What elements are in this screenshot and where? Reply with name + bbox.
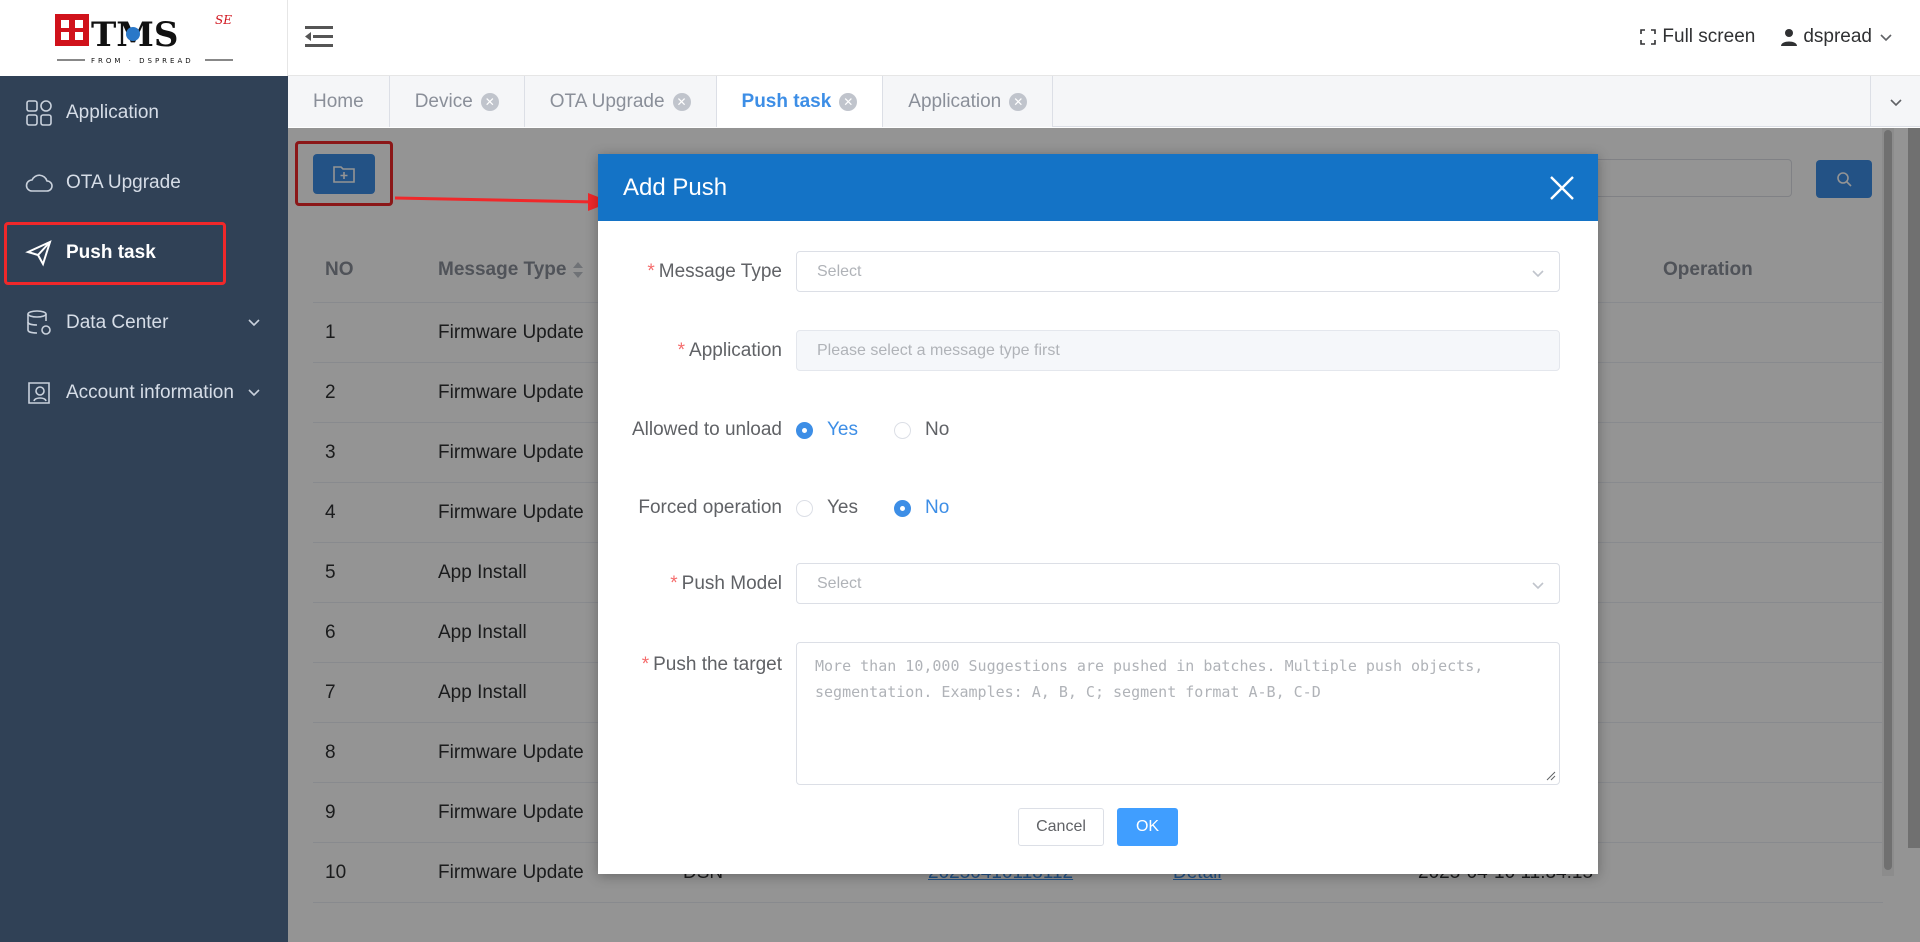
form-row-allowed-unload: Allowed to unload Yes No <box>598 419 1598 441</box>
push-target-textarea[interactable]: More than 10,000 Suggestions are pushed … <box>796 642 1560 785</box>
tab-device[interactable]: Device ✕ <box>389 76 525 127</box>
tab-application[interactable]: Application ✕ <box>883 76 1054 127</box>
sidebar-item-label: Account information <box>66 382 234 403</box>
allowed-unload-yes-radio[interactable]: Yes <box>796 419 858 441</box>
close-icon[interactable] <box>1546 172 1578 204</box>
select-placeholder: Select <box>817 574 862 592</box>
form-label: Allowed to unload <box>632 419 782 440</box>
tab-ota-upgrade[interactable]: OTA Upgrade ✕ <box>524 76 717 127</box>
select-placeholder: Select <box>817 262 862 280</box>
tab-label: Application <box>908 90 1002 112</box>
form-label: * Message Type <box>647 260 782 282</box>
user-card-icon <box>24 378 54 408</box>
application-select[interactable]: Please select a message type first <box>796 330 1560 371</box>
dialog-header: Add Push <box>598 154 1598 221</box>
grid-icon <box>24 98 54 128</box>
chevron-down-icon <box>248 389 260 397</box>
tab-push-task[interactable]: Push task ✕ <box>716 76 884 127</box>
tab-label: Push task <box>741 90 832 112</box>
form-row-message-type: * Message Type Select <box>598 251 1598 292</box>
sidebar: TMS SE FROM · DSPREAD Application OTA Up… <box>0 0 288 942</box>
close-icon[interactable]: ✕ <box>480 92 499 111</box>
form-label: * Push the target <box>641 654 782 675</box>
fullscreen-label: Full screen <box>1662 26 1756 47</box>
sidebar-item-application[interactable]: Application <box>0 78 288 148</box>
chevron-down-icon <box>1532 582 1544 590</box>
form-label: * Application <box>677 339 782 361</box>
chevron-down-icon <box>248 319 260 327</box>
svg-text:SE: SE <box>215 13 232 27</box>
sidebar-item-label: OTA Upgrade <box>66 172 181 193</box>
user-icon <box>1781 29 1798 46</box>
cancel-button[interactable]: Cancel <box>1018 808 1104 846</box>
fullscreen-button[interactable]: Full screen <box>1640 26 1755 48</box>
ok-button[interactable]: OK <box>1117 808 1178 846</box>
forced-operation-radio-group: Yes No <box>796 497 949 519</box>
cloud-icon <box>24 168 54 198</box>
textarea-placeholder: More than 10,000 Suggestions are pushed … <box>815 657 1484 701</box>
resize-handle-icon[interactable] <box>1546 771 1556 781</box>
forced-operation-yes-radio[interactable]: Yes <box>796 497 858 519</box>
user-menu[interactable]: dspread <box>1781 26 1894 48</box>
push-model-select[interactable]: Select <box>796 563 1560 604</box>
add-push-dialog: Add Push * Message Type Select * Applicati… <box>598 154 1598 874</box>
sidebar-item-label: Data Center <box>66 312 169 333</box>
tab-bar: Home Device ✕ OTA Upgrade ✕ Push task ✕ App… <box>288 76 1920 127</box>
sidebar-item-label: Push task <box>66 242 156 263</box>
form-row-application: * Application Please select a message typ… <box>598 330 1598 371</box>
dialog-title: Add Push <box>623 174 728 201</box>
database-icon <box>24 308 54 338</box>
form-row-push-model: * Push Model Select <box>598 563 1598 604</box>
form-row-push-target: * Push the target More than 10,000 Sugges… <box>598 642 1598 785</box>
chevron-down-icon <box>1532 270 1544 278</box>
tab-home[interactable]: Home <box>288 76 390 127</box>
user-name: dspread <box>1803 26 1872 47</box>
select-placeholder: Please select a message type first <box>817 341 1060 359</box>
logo-area: TMS SE FROM · DSPREAD <box>0 0 288 76</box>
tab-label: Device <box>414 90 473 112</box>
form-label: * Push Model <box>670 572 782 594</box>
forced-operation-no-radio[interactable]: No <box>894 497 949 519</box>
sidebar-menu: Application OTA Upgrade Push task Data C… <box>0 78 288 428</box>
sidebar-item-data-center[interactable]: Data Center <box>0 288 288 358</box>
tabs-more-button[interactable] <box>1870 76 1920 127</box>
paper-plane-icon <box>24 238 54 268</box>
allowed-unload-radio-group: Yes No <box>796 419 949 441</box>
tab-label: Home <box>313 90 364 112</box>
chevron-down-icon <box>1889 98 1902 106</box>
sidebar-item-label: Application <box>66 102 159 123</box>
fullscreen-icon <box>1640 29 1657 45</box>
menu-toggle-icon[interactable] <box>305 24 335 50</box>
allowed-unload-no-radio[interactable]: No <box>894 419 949 441</box>
sidebar-item-ota-upgrade[interactable]: OTA Upgrade <box>0 148 288 218</box>
sidebar-item-push-task[interactable]: Push task <box>0 218 288 288</box>
svg-text:FROM · DSPREAD: FROM · DSPREAD <box>91 57 194 65</box>
form-label: Forced operation <box>638 497 782 518</box>
tms-logo: TMS SE FROM · DSPREAD <box>55 13 233 65</box>
chevron-down-icon <box>1880 34 1892 42</box>
close-icon[interactable]: ✕ <box>839 92 858 111</box>
dialog-footer: Cancel OK <box>598 808 1598 846</box>
close-icon[interactable]: ✕ <box>1009 92 1028 111</box>
message-type-select[interactable]: Select <box>796 251 1560 292</box>
top-header: Full screen dspread <box>288 0 1920 76</box>
close-icon[interactable]: ✕ <box>672 92 691 111</box>
tab-label: OTA Upgrade <box>549 90 665 112</box>
form-row-forced-operation: Forced operation Yes No <box>598 497 1598 519</box>
sidebar-item-account-information[interactable]: Account information <box>0 358 288 428</box>
